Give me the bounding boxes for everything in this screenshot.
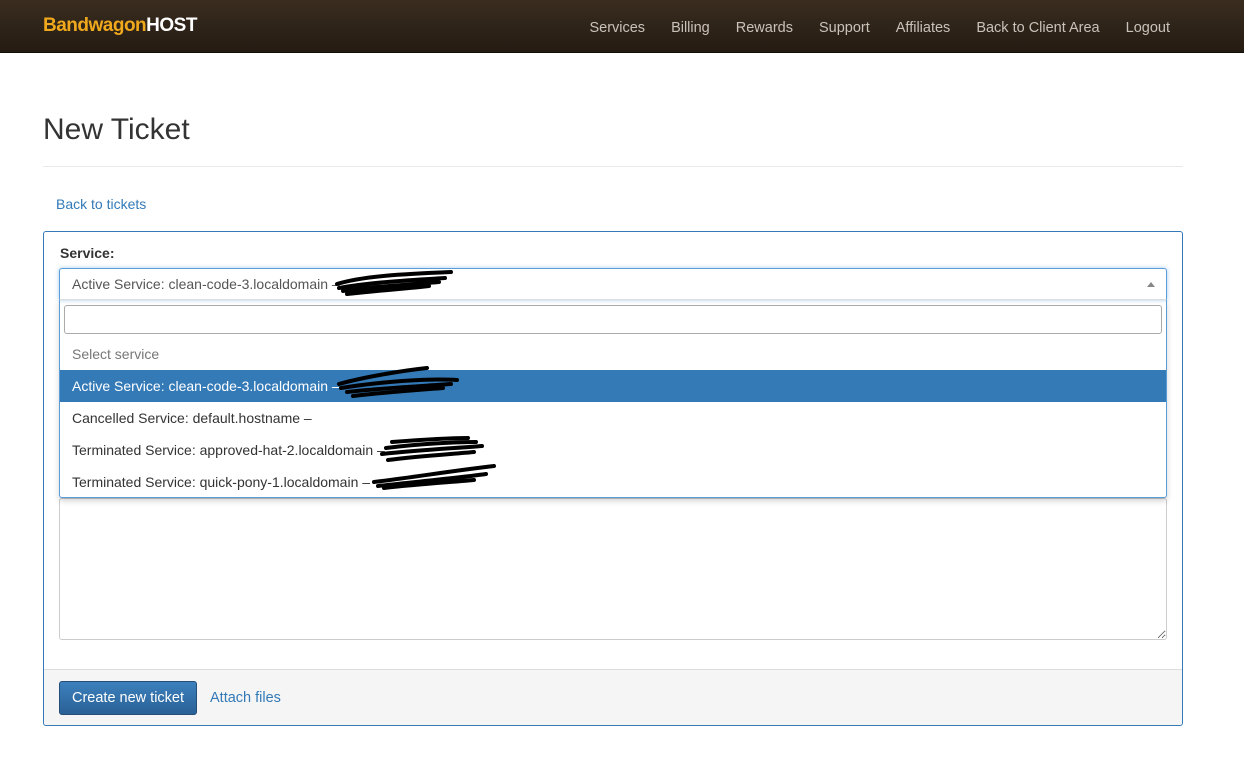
- nav-affiliates[interactable]: Affiliates: [883, 0, 964, 53]
- caret-up-icon: [1147, 282, 1155, 287]
- service-option[interactable]: Terminated Service: quick-pony-1.localdo…: [60, 466, 1166, 498]
- create-ticket-button[interactable]: Create new ticket: [59, 681, 198, 715]
- nav-back-to-client-area[interactable]: Back to Client Area: [963, 0, 1112, 53]
- top-navbar: BandwagonHOST Services Billing Rewards S…: [0, 0, 1244, 53]
- brand-logo-part1: Bandwagon: [43, 15, 147, 36]
- redaction-scribble: [335, 270, 453, 296]
- title-divider: [43, 166, 1183, 167]
- service-select[interactable]: Active Service: clean-code-3.localdomain…: [59, 268, 1167, 300]
- nav-services[interactable]: Services: [576, 0, 658, 53]
- service-option[interactable]: Cancelled Service: default.hostname –: [60, 402, 1166, 434]
- attach-files-link[interactable]: Attach files: [210, 690, 281, 706]
- brand-logo-part2: HOST: [146, 15, 197, 36]
- redaction-scribble: [337, 366, 459, 398]
- nav-logout[interactable]: Logout: [1113, 0, 1183, 53]
- message-textarea[interactable]: [59, 498, 1167, 640]
- main-nav: Services Billing Rewards Support Affilia…: [576, 0, 1183, 53]
- back-to-tickets-link[interactable]: Back to tickets: [56, 195, 146, 213]
- service-select-value: Active Service: clean-code-3.localdomain…: [72, 276, 340, 292]
- redaction-scribble: [372, 464, 496, 490]
- nav-rewards[interactable]: Rewards: [723, 0, 806, 53]
- service-label: Service:: [60, 245, 115, 261]
- page-title: New Ticket: [43, 113, 190, 146]
- nav-billing[interactable]: Billing: [658, 0, 723, 53]
- brand-logo[interactable]: BandwagonHOST: [43, 14, 197, 38]
- service-option-selected[interactable]: Active Service: clean-code-3.localdomain…: [60, 370, 1166, 402]
- nav-support[interactable]: Support: [806, 0, 883, 53]
- service-option[interactable]: Terminated Service: approved-hat-2.local…: [60, 434, 1166, 466]
- service-search-input[interactable]: [64, 305, 1162, 334]
- service-option[interactable]: Select service: [60, 338, 1166, 370]
- service-dropdown: Select service Active Service: clean-cod…: [59, 299, 1167, 498]
